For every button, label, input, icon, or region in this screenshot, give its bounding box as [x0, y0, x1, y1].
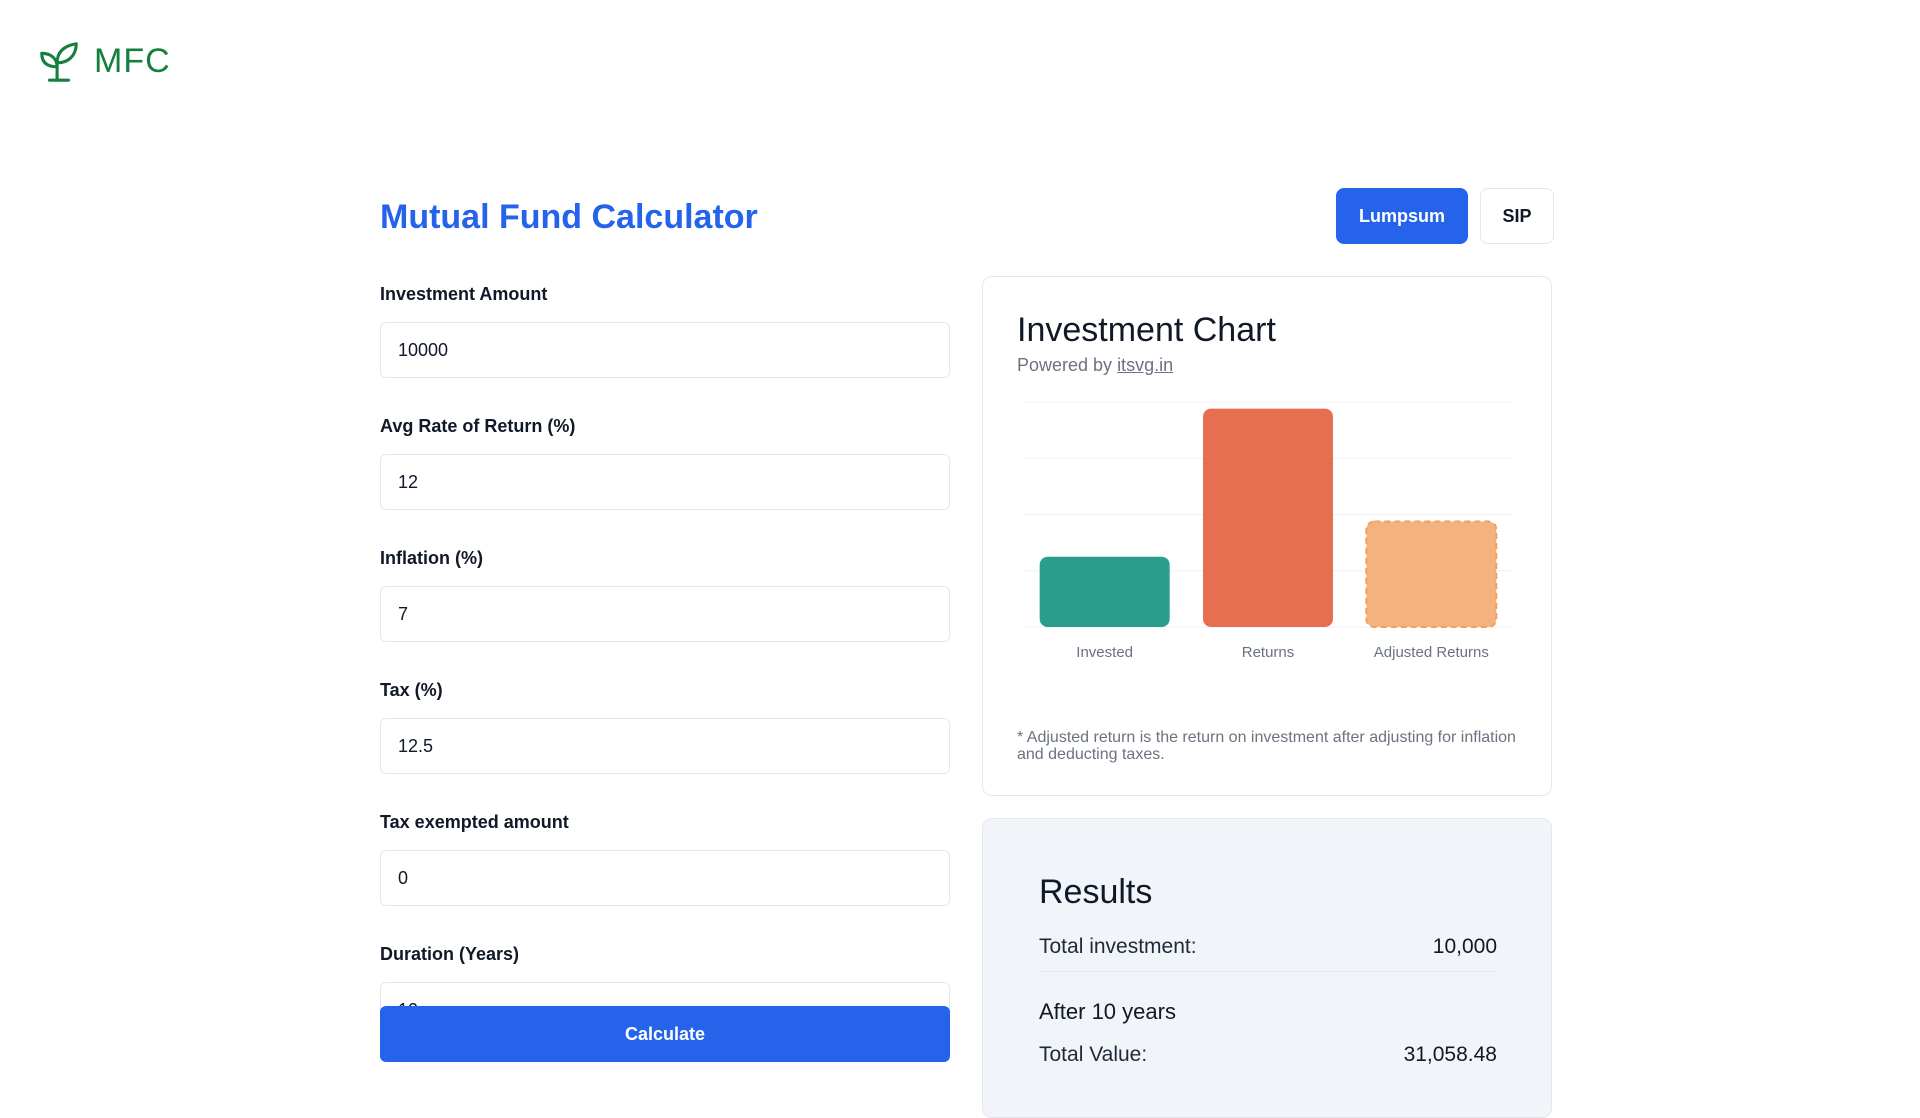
investment-chart-card: Investment Chart Powered by itsvg.in Inv…: [982, 276, 1552, 796]
after-years-heading: After 10 years: [1039, 999, 1176, 1024]
total-investment-label: Total investment:: [1039, 935, 1197, 958]
chart-title: Investment Chart: [1017, 311, 1276, 349]
calculator-form: Investment Amount Avg Rate of Return (%)…: [380, 284, 950, 1076]
chart-footnote: * Adjusted return is the return on inves…: [1017, 729, 1516, 763]
bar-invested[interactable]: [1039, 556, 1170, 627]
bar-chart: Invested Returns Adjusted Returns: [1023, 401, 1513, 661]
total-investment-row: Total investment: 10,000: [1039, 935, 1497, 972]
total-investment-value: 10,000: [1432, 935, 1497, 958]
sprout-icon: [40, 42, 78, 82]
total-value-label: Total Value:: [1039, 1043, 1148, 1066]
bar-returns[interactable]: [1203, 408, 1333, 627]
chart-powered-by: Powered by itsvg.in: [1017, 355, 1173, 376]
x-tick-label: Returns: [1242, 644, 1295, 661]
total-value-row: Total Value: 31,058.48: [1039, 1043, 1497, 1067]
calculate-button[interactable]: Calculate: [380, 1006, 950, 1062]
investment-amount-label: Investment Amount: [380, 284, 548, 304]
investment-amount-input[interactable]: [380, 322, 950, 378]
total-value-value: 31,058.48: [1403, 1043, 1497, 1066]
x-tick-label: Invested: [1076, 644, 1133, 661]
brand-logo[interactable]: MFC: [36, 38, 171, 84]
powered-by-link[interactable]: itsvg.in: [1117, 355, 1173, 375]
brand-name: MFC: [94, 41, 171, 80]
results-card: Results Total investment: 10,000 After 1…: [982, 818, 1552, 1118]
duration-label: Duration (Years): [380, 944, 520, 964]
tax-label: Tax (%): [380, 680, 443, 700]
inflation-input[interactable]: [380, 586, 950, 642]
tax-input[interactable]: [380, 718, 950, 774]
lumpsum-tab[interactable]: Lumpsum: [1336, 188, 1468, 244]
bar-adjusted-returns[interactable]: [1365, 520, 1498, 628]
inflation-label: Inflation (%): [380, 548, 483, 568]
powered-by-text: Powered by: [1017, 355, 1118, 375]
tax-exempted-label: Tax exempted amount: [380, 812, 569, 832]
rate-of-return-label: Avg Rate of Return (%): [380, 416, 576, 436]
results-title: Results: [1039, 873, 1153, 911]
page-title: Mutual Fund Calculator: [380, 198, 758, 236]
mode-toggle: Lumpsum SIP: [1336, 188, 1554, 244]
sip-tab[interactable]: SIP: [1480, 188, 1554, 244]
rate-of-return-input[interactable]: [380, 454, 950, 510]
x-tick-label: Adjusted Returns: [1374, 644, 1489, 661]
tax-exempted-input[interactable]: [380, 850, 950, 906]
